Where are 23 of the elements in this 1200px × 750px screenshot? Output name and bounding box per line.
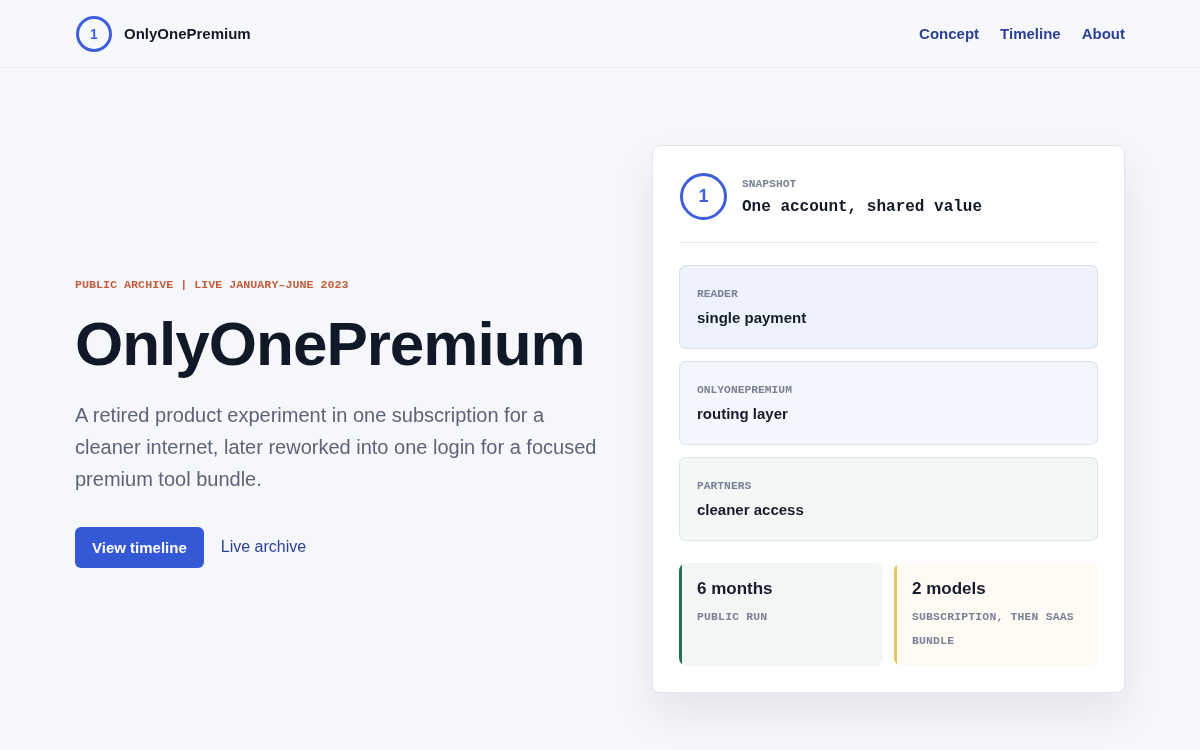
stat-value: 6 months (697, 578, 773, 600)
stat-label: PUBLIC RUN (697, 610, 769, 625)
flow-step-value: routing layer (697, 404, 789, 424)
flow-step-label: ONLYONEPREMIUM (697, 383, 793, 397)
brand-name: OnlyOnePremium (124, 25, 251, 42)
eyebrow-text: PUBLIC ARCHIVE | LIVE JANUARY–JUNE 2023 (75, 276, 349, 293)
view-timeline-button[interactable]: View timeline (75, 526, 204, 568)
hero-title: OnlyOnePremium (75, 308, 585, 379)
nav-link[interactable]: Timeline (1000, 25, 1061, 42)
flow-step-label: READER (697, 287, 739, 301)
snapshot-title: One account, shared value (742, 196, 983, 217)
stat-value: 2 models (912, 578, 987, 600)
snapshot-label: SNAPSHOT (742, 176, 798, 191)
stat-label: SUBSCRIPTION, THEN SAAS BUNDLE (912, 610, 1075, 649)
nav-link[interactable]: Concept (919, 25, 980, 42)
logo-mark: 1 (680, 173, 727, 220)
flow-step-value: single payment (697, 308, 808, 328)
logo-mark: 1 (76, 15, 112, 52)
flow-step-value: cleaner access (697, 500, 805, 520)
flow-step-label: PARTNERS (697, 479, 753, 493)
nav-link[interactable]: About (1081, 25, 1125, 42)
hero-description: A retired product experiment in one subscription for a cleaner internet, later reworked into one login for a focused premium tool bundle. (75, 402, 598, 492)
archive-link[interactable]: Live archive (220, 538, 307, 556)
